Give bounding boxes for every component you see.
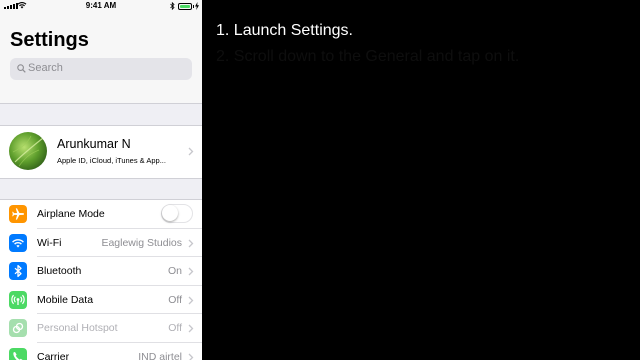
chevron-right-icon xyxy=(188,353,194,360)
instruction-step-1: 1. Launch Settings. xyxy=(216,22,353,39)
wifi-icon xyxy=(9,233,27,252)
row-value: On xyxy=(167,265,182,277)
search-icon xyxy=(17,64,26,73)
chevron-right-icon xyxy=(188,267,194,276)
mobile-data-row[interactable]: Mobile Data Off xyxy=(0,286,202,314)
profile-name: Arunkumar N xyxy=(57,137,131,151)
bluetooth-status-icon xyxy=(170,2,175,10)
phone-icon xyxy=(9,347,27,360)
row-label: Bluetooth xyxy=(37,265,82,277)
divider xyxy=(0,178,202,179)
search-placeholder: Search xyxy=(28,62,63,74)
instruction-step-2: 2. Scroll down to the General and tap on… xyxy=(216,48,520,65)
row-label: Carrier xyxy=(37,350,70,360)
chevron-right-icon xyxy=(188,324,194,333)
chevron-right-icon xyxy=(188,239,194,247)
row-value: Eaglewig Studios xyxy=(101,236,182,249)
apple-id-row[interactable]: Arunkumar N Apple ID, iCloud, iTunes & A… xyxy=(0,126,202,178)
row-value: IND airtel xyxy=(138,350,182,360)
page-title: Settings xyxy=(10,29,89,51)
row-label: Wi-Fi xyxy=(37,236,62,249)
wifi-row[interactable]: Wi-Fi Eaglewig Studios xyxy=(0,229,202,257)
airplane-icon xyxy=(9,205,27,223)
airplane-mode-row[interactable]: Airplane Mode xyxy=(0,200,202,229)
row-label: Airplane Mode xyxy=(37,208,105,220)
status-bar: 9:41 AM xyxy=(0,0,202,13)
search-input[interactable]: Search xyxy=(10,58,192,80)
charging-icon xyxy=(195,2,199,10)
row-label: Personal Hotspot xyxy=(37,322,118,334)
profile-subtitle: Apple ID, iCloud, iTunes & App... xyxy=(57,156,166,165)
instructions-panel: 1. Launch Settings. 2. Scroll down to th… xyxy=(216,22,519,66)
avatar xyxy=(9,132,47,170)
battery-icon xyxy=(178,2,194,10)
bluetooth-icon xyxy=(9,262,27,280)
phone-screen: 9:41 AM Settings Search Arunkumar N Appl… xyxy=(0,0,202,360)
row-label: Mobile Data xyxy=(37,293,94,306)
settings-list: Airplane Mode Wi-Fi Eaglewig Studios Blu… xyxy=(0,200,202,360)
chevron-right-icon xyxy=(188,147,194,156)
row-value: Off xyxy=(168,293,182,306)
row-value: Off xyxy=(168,322,182,334)
antenna-icon xyxy=(9,290,27,309)
bluetooth-row[interactable]: Bluetooth On xyxy=(0,257,202,286)
personal-hotspot-row[interactable]: Personal Hotspot Off xyxy=(0,314,202,343)
carrier-row[interactable]: Carrier IND airtel xyxy=(0,343,202,360)
hotspot-icon xyxy=(9,319,27,337)
divider xyxy=(0,103,202,104)
airplane-mode-toggle[interactable] xyxy=(161,204,193,223)
chevron-right-icon xyxy=(188,296,194,304)
